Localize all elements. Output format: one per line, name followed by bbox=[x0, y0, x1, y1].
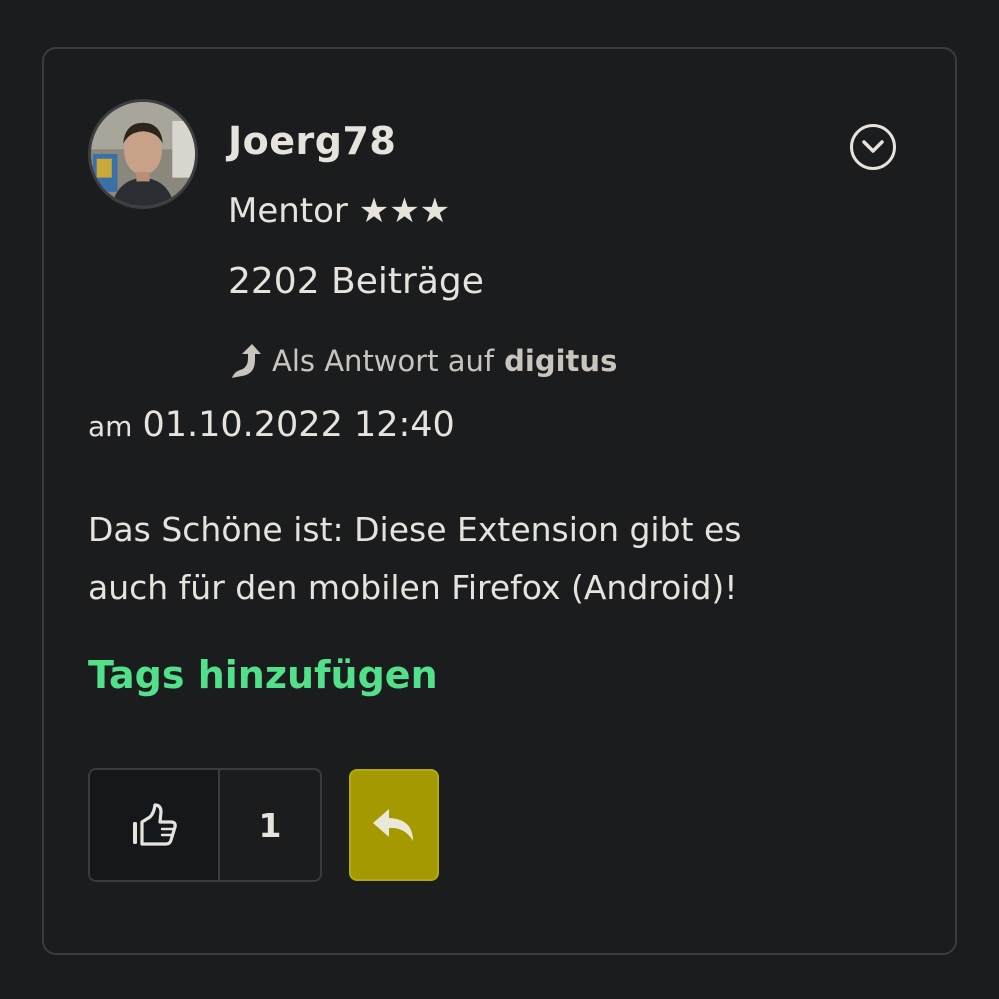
add-tags-link[interactable]: Tags hinzufügen bbox=[88, 653, 438, 697]
kudos-widget: 1 bbox=[88, 768, 322, 882]
author-rank: Mentor ★★★ bbox=[228, 191, 451, 231]
reply-button[interactable] bbox=[349, 769, 439, 881]
reply-reference: Als Antwort auf digitus bbox=[228, 342, 617, 380]
post-datetime: 01.10.2022 12:40 bbox=[142, 405, 455, 445]
avatar[interactable] bbox=[88, 99, 198, 209]
reply-arrow-icon bbox=[373, 809, 413, 841]
author-name[interactable]: Joerg78 bbox=[228, 119, 396, 163]
reply-prefix: Als Antwort auf bbox=[272, 344, 495, 378]
post-card: Joerg78 Mentor ★★★ 2202 Beiträge Als Ant… bbox=[42, 47, 957, 955]
avatar-photo bbox=[91, 102, 195, 206]
post-body: Das Schöne ist: Diese Extension gibt es … bbox=[88, 501, 888, 617]
like-button[interactable] bbox=[90, 770, 220, 880]
chevron-down-icon bbox=[862, 140, 884, 153]
author-post-count: 2202 Beiträge bbox=[228, 261, 484, 302]
kudos-count: 1 bbox=[258, 805, 282, 845]
curved-arrow-up-icon bbox=[232, 344, 261, 378]
post-options-button[interactable] bbox=[850, 124, 896, 170]
post-body-line: Das Schöne ist: Diese Extension gibt es bbox=[88, 510, 742, 549]
post-date: am 01.10.2022 12:40 bbox=[88, 405, 455, 445]
post-body-line: auch für den mobilen Firefox (Android)! bbox=[88, 568, 738, 607]
date-prefix: am bbox=[88, 410, 133, 443]
reply-to-user-link[interactable]: digitus bbox=[504, 344, 617, 378]
thumbs-up-icon bbox=[133, 803, 177, 846]
